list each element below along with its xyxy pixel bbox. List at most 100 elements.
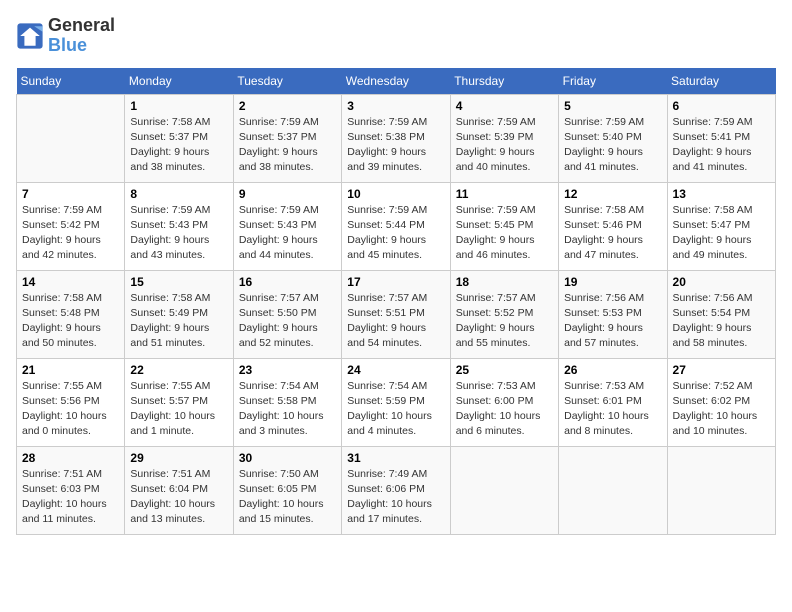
day-info: Sunrise: 7:58 AMSunset: 5:46 PMDaylight:…: [564, 203, 661, 264]
week-row-1: 1 Sunrise: 7:58 AMSunset: 5:37 PMDaylight…: [17, 94, 776, 182]
day-info: Sunrise: 7:56 AMSunset: 5:53 PMDaylight:…: [564, 291, 661, 352]
day-info: Sunrise: 7:59 AMSunset: 5:37 PMDaylight:…: [239, 115, 336, 176]
day-number: 7: [22, 187, 119, 201]
day-number: 5: [564, 99, 661, 113]
calendar-header: SundayMondayTuesdayWednesdayThursdayFrid…: [17, 68, 776, 95]
day-info: Sunrise: 7:52 AMSunset: 6:02 PMDaylight:…: [673, 379, 770, 440]
day-number: 15: [130, 275, 227, 289]
calendar-cell: 24 Sunrise: 7:54 AMSunset: 5:59 PMDayligh…: [342, 358, 450, 446]
calendar-cell: 19Sunrise: 7:56 AMSunset: 5:53 PMDayligh…: [559, 270, 667, 358]
weekday-monday: Monday: [125, 68, 233, 95]
day-number: 9: [239, 187, 336, 201]
calendar-cell: 4 Sunrise: 7:59 AMSunset: 5:39 PMDaylight…: [450, 94, 558, 182]
weekday-header-row: SundayMondayTuesdayWednesdayThursdayFrid…: [17, 68, 776, 95]
day-number: 14: [22, 275, 119, 289]
day-info: Sunrise: 7:59 AMSunset: 5:41 PMDaylight:…: [673, 115, 770, 176]
day-info: Sunrise: 7:54 AMSunset: 5:59 PMDaylight:…: [347, 379, 444, 440]
day-number: 10: [347, 187, 444, 201]
day-number: 11: [456, 187, 553, 201]
day-info: Sunrise: 7:59 AMSunset: 5:42 PMDaylight:…: [22, 203, 119, 264]
calendar-cell: 25 Sunrise: 7:53 AMSunset: 6:00 PMDayligh…: [450, 358, 558, 446]
day-number: 30: [239, 451, 336, 465]
day-number: 28: [22, 451, 119, 465]
day-info: Sunrise: 7:58 AMSunset: 5:37 PMDaylight:…: [130, 115, 227, 176]
day-number: 13: [673, 187, 770, 201]
day-number: 2: [239, 99, 336, 113]
day-info: Sunrise: 7:59 AMSunset: 5:39 PMDaylight:…: [456, 115, 553, 176]
day-info: Sunrise: 7:58 AMSunset: 5:47 PMDaylight:…: [673, 203, 770, 264]
calendar-cell: 28Sunrise: 7:51 AMSunset: 6:03 PMDayligh…: [17, 446, 125, 534]
day-info: Sunrise: 7:55 AMSunset: 5:57 PMDaylight:…: [130, 379, 227, 440]
calendar-cell: 7 Sunrise: 7:59 AMSunset: 5:42 PMDaylight…: [17, 182, 125, 270]
calendar-cell: [559, 446, 667, 534]
calendar-cell: 17 Sunrise: 7:57 AMSunset: 5:51 PMDayligh…: [342, 270, 450, 358]
day-number: 12: [564, 187, 661, 201]
calendar-cell: 23Sunrise: 7:54 AMSunset: 5:58 PMDayligh…: [233, 358, 341, 446]
week-row-5: 28Sunrise: 7:51 AMSunset: 6:03 PMDayligh…: [17, 446, 776, 534]
calendar-cell: 27 Sunrise: 7:52 AMSunset: 6:02 PMDayligh…: [667, 358, 775, 446]
day-number: 22: [130, 363, 227, 377]
day-info: Sunrise: 7:55 AMSunset: 5:56 PMDaylight:…: [22, 379, 119, 440]
calendar-cell: 18 Sunrise: 7:57 AMSunset: 5:52 PMDayligh…: [450, 270, 558, 358]
calendar-cell: 14 Sunrise: 7:58 AMSunset: 5:48 PMDayligh…: [17, 270, 125, 358]
day-info: Sunrise: 7:51 AMSunset: 6:04 PMDaylight:…: [130, 467, 227, 528]
day-info: Sunrise: 7:57 AMSunset: 5:52 PMDaylight:…: [456, 291, 553, 352]
day-info: Sunrise: 7:49 AMSunset: 6:06 PMDaylight:…: [347, 467, 444, 528]
day-number: 17: [347, 275, 444, 289]
calendar-cell: 31 Sunrise: 7:49 AMSunset: 6:06 PMDayligh…: [342, 446, 450, 534]
day-info: Sunrise: 7:56 AMSunset: 5:54 PMDaylight:…: [673, 291, 770, 352]
calendar-cell: 6 Sunrise: 7:59 AMSunset: 5:41 PMDaylight…: [667, 94, 775, 182]
calendar-cell: 22 Sunrise: 7:55 AMSunset: 5:57 PMDayligh…: [125, 358, 233, 446]
day-info: Sunrise: 7:57 AMSunset: 5:51 PMDaylight:…: [347, 291, 444, 352]
week-row-2: 7 Sunrise: 7:59 AMSunset: 5:42 PMDaylight…: [17, 182, 776, 270]
calendar-cell: 11 Sunrise: 7:59 AMSunset: 5:45 PMDayligh…: [450, 182, 558, 270]
day-number: 18: [456, 275, 553, 289]
day-info: Sunrise: 7:59 AMSunset: 5:43 PMDaylight:…: [130, 203, 227, 264]
day-number: 29: [130, 451, 227, 465]
calendar-cell: 21 Sunrise: 7:55 AMSunset: 5:56 PMDayligh…: [17, 358, 125, 446]
calendar-table: SundayMondayTuesdayWednesdayThursdayFrid…: [16, 68, 776, 535]
weekday-friday: Friday: [559, 68, 667, 95]
day-info: Sunrise: 7:59 AMSunset: 5:38 PMDaylight:…: [347, 115, 444, 176]
calendar-cell: [667, 446, 775, 534]
weekday-thursday: Thursday: [450, 68, 558, 95]
day-info: Sunrise: 7:53 AMSunset: 6:00 PMDaylight:…: [456, 379, 553, 440]
day-number: 24: [347, 363, 444, 377]
logo: General Blue: [16, 16, 115, 56]
calendar-cell: 3Sunrise: 7:59 AMSunset: 5:38 PMDaylight…: [342, 94, 450, 182]
day-number: 20: [673, 275, 770, 289]
day-number: 31: [347, 451, 444, 465]
day-info: Sunrise: 7:59 AMSunset: 5:45 PMDaylight:…: [456, 203, 553, 264]
calendar-cell: [17, 94, 125, 182]
calendar-body: 1 Sunrise: 7:58 AMSunset: 5:37 PMDaylight…: [17, 94, 776, 534]
day-info: Sunrise: 7:58 AMSunset: 5:48 PMDaylight:…: [22, 291, 119, 352]
calendar-cell: 13 Sunrise: 7:58 AMSunset: 5:47 PMDayligh…: [667, 182, 775, 270]
day-number: 21: [22, 363, 119, 377]
calendar-cell: [450, 446, 558, 534]
day-number: 27: [673, 363, 770, 377]
weekday-wednesday: Wednesday: [342, 68, 450, 95]
calendar-cell: 26 Sunrise: 7:53 AMSunset: 6:01 PMDayligh…: [559, 358, 667, 446]
calendar-cell: 29 Sunrise: 7:51 AMSunset: 6:04 PMDayligh…: [125, 446, 233, 534]
day-number: 1: [130, 99, 227, 113]
page-header: General Blue: [16, 16, 776, 56]
calendar-cell: 8 Sunrise: 7:59 AMSunset: 5:43 PMDaylight…: [125, 182, 233, 270]
day-info: Sunrise: 7:58 AMSunset: 5:49 PMDaylight:…: [130, 291, 227, 352]
day-info: Sunrise: 7:53 AMSunset: 6:01 PMDaylight:…: [564, 379, 661, 440]
day-number: 8: [130, 187, 227, 201]
logo-text-blue: Blue: [48, 36, 115, 56]
day-info: Sunrise: 7:59 AMSunset: 5:40 PMDaylight:…: [564, 115, 661, 176]
day-info: Sunrise: 7:50 AMSunset: 6:05 PMDaylight:…: [239, 467, 336, 528]
day-info: Sunrise: 7:54 AMSunset: 5:58 PMDaylight:…: [239, 379, 336, 440]
day-info: Sunrise: 7:57 AMSunset: 5:50 PMDaylight:…: [239, 291, 336, 352]
calendar-cell: 2 Sunrise: 7:59 AMSunset: 5:37 PMDaylight…: [233, 94, 341, 182]
day-number: 26: [564, 363, 661, 377]
day-number: 25: [456, 363, 553, 377]
calendar-cell: 16Sunrise: 7:57 AMSunset: 5:50 PMDayligh…: [233, 270, 341, 358]
day-number: 4: [456, 99, 553, 113]
logo-icon: [16, 22, 44, 50]
calendar-cell: 10Sunrise: 7:59 AMSunset: 5:44 PMDayligh…: [342, 182, 450, 270]
day-info: Sunrise: 7:59 AMSunset: 5:43 PMDaylight:…: [239, 203, 336, 264]
calendar-cell: 9 Sunrise: 7:59 AMSunset: 5:43 PMDaylight…: [233, 182, 341, 270]
day-number: 6: [673, 99, 770, 113]
